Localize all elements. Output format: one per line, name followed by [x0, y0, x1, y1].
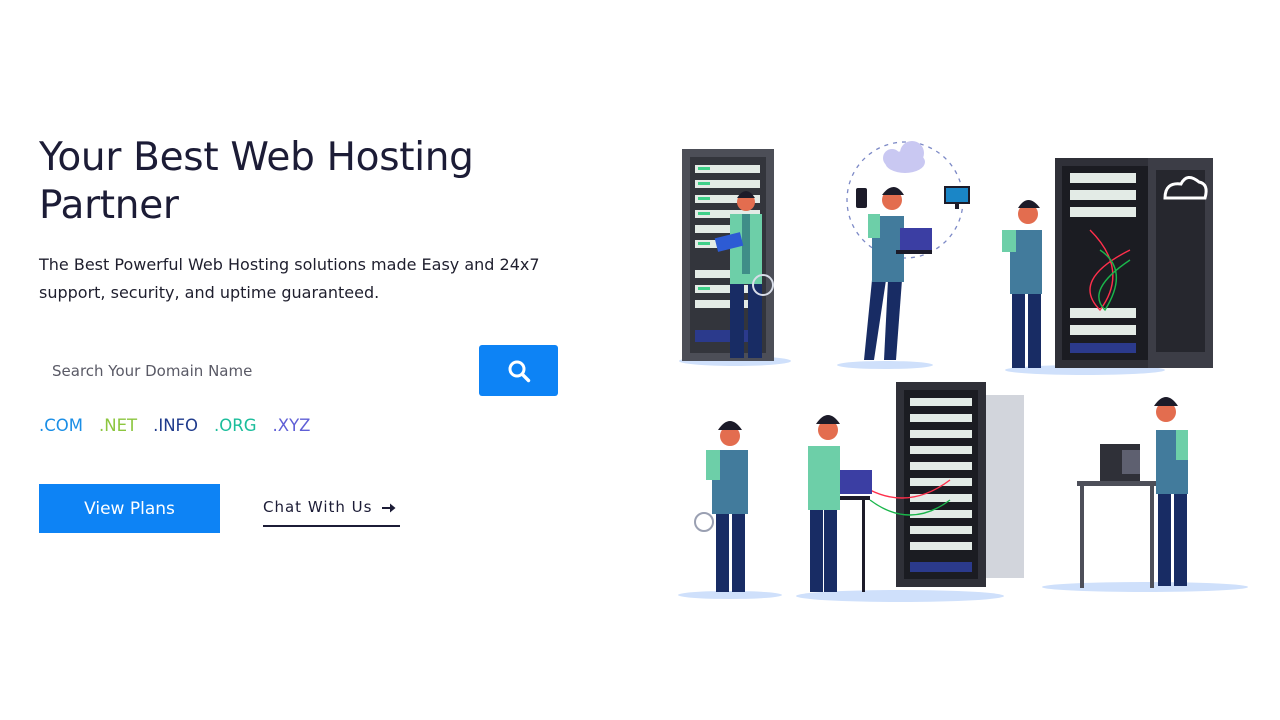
person-with-laptop — [864, 187, 932, 360]
chat-with-us-link[interactable]: Chat With Us — [263, 498, 400, 527]
tld-xyz[interactable]: .XYZ — [273, 415, 311, 437]
search-icon — [508, 360, 530, 382]
server-rack-open — [1055, 158, 1213, 368]
domain-search-form — [39, 345, 558, 396]
tld-com[interactable]: .COM — [39, 415, 83, 437]
tld-list: .COM .NET .INFO .ORG .XYZ — [39, 415, 310, 437]
arrow-right-icon — [382, 503, 396, 513]
tld-net[interactable]: .NET — [99, 415, 137, 437]
tld-org[interactable]: .ORG — [214, 415, 256, 437]
person-at-table — [1077, 397, 1188, 588]
person-thinking — [1002, 200, 1042, 368]
server-room-illustration — [678, 141, 1248, 602]
person-at-desk — [808, 415, 872, 592]
view-plans-button[interactable]: View Plans — [39, 484, 220, 533]
hero-title: Your Best Web Hosting Partner — [39, 135, 474, 228]
chat-with-us-label: Chat With Us — [263, 498, 373, 516]
person-with-cable — [694, 421, 748, 592]
hero-subtitle: The Best Powerful Web Hosting solutions … — [39, 255, 540, 302]
server-rack-tall — [869, 382, 1024, 587]
tld-info[interactable]: .INFO — [153, 415, 198, 437]
search-button[interactable] — [479, 345, 558, 396]
domain-search-input[interactable] — [39, 345, 479, 396]
